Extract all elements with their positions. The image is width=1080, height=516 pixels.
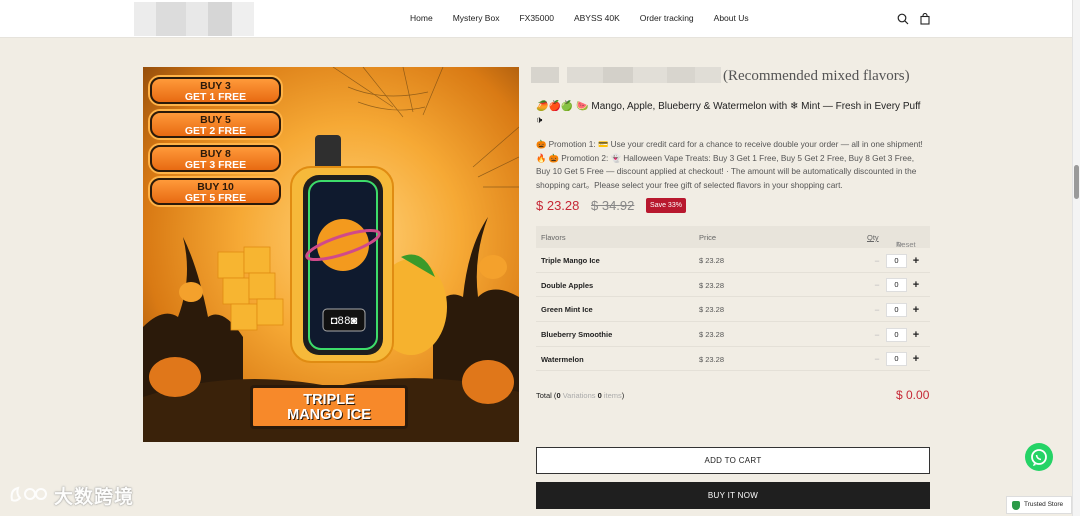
search-icon[interactable]: [897, 13, 909, 25]
product-image[interactable]: ◘88◙ BUY 3 GET 1 FREE BUY 5 GET 2 FREE B…: [143, 67, 519, 442]
quantity-stepper: − 0 +: [868, 327, 928, 342]
nav-abyss-40k[interactable]: ABYSS 40K: [574, 13, 620, 23]
scroll-thumb[interactable]: [1074, 165, 1079, 199]
quantity-stepper: − 0 +: [868, 302, 928, 317]
image-flavor-title: TRIPLE MANGO ICE: [250, 385, 408, 429]
buy-now-button[interactable]: BUY IT NOW: [536, 482, 930, 509]
order-total-summary: Total (0 Variations 0 items): [536, 391, 625, 400]
qty-minus-button[interactable]: −: [868, 303, 886, 317]
whatsapp-icon: [1031, 449, 1047, 466]
qty-input[interactable]: 0: [886, 327, 907, 342]
qty-input[interactable]: 0: [886, 278, 907, 293]
nav-about-us[interactable]: About Us: [714, 13, 749, 23]
col-qty: Qty: [867, 233, 879, 242]
watermark-logo-icon: [10, 486, 47, 502]
product-title-blurred: [531, 67, 721, 83]
main-nav: Home Mystery Box FX35000 ABYSS 40K Order…: [400, 13, 769, 23]
nav-order-tracking[interactable]: Order tracking: [640, 13, 694, 23]
page-scrollbar[interactable]: [1072, 0, 1080, 516]
quantity-stepper: − 0 +: [868, 253, 928, 268]
qty-plus-button[interactable]: +: [907, 303, 925, 317]
nav-home[interactable]: Home: [410, 13, 433, 23]
table-row: Triple Mango Ice $ 23.28 − 0 +: [536, 248, 930, 273]
qty-plus-button[interactable]: +: [907, 278, 925, 292]
offer-badge-buy10: BUY 10 GET 5 FREE: [150, 178, 281, 205]
qty-minus-button[interactable]: −: [868, 328, 886, 342]
quantity-stepper: − 0 +: [868, 278, 928, 293]
current-price: $ 23.28: [536, 198, 580, 213]
whatsapp-chat-button[interactable]: [1025, 443, 1053, 471]
qty-input[interactable]: 0: [886, 302, 907, 317]
site-header: Home Mystery Box FX35000 ABYSS 40K Order…: [0, 0, 1072, 38]
flavor-table: Flavors Price Qty ↻ Reset Triple Mango Ic…: [536, 226, 930, 372]
table-row: Double Apples $ 23.28 − 0 +: [536, 273, 930, 298]
promotion-text: 🎃 Promotion 1: 💳 Use your credit card fo…: [536, 139, 923, 190]
svg-text:◘88◙: ◘88◙: [331, 316, 358, 328]
table-row: Watermelon $ 23.28 − 0 +: [536, 347, 930, 372]
product-title: (Recommended mixed flavors): [723, 68, 910, 84]
quantity-stepper: − 0 +: [868, 352, 928, 367]
offer-badge-buy3: BUY 3 GET 1 FREE: [150, 77, 281, 104]
qty-input[interactable]: 0: [886, 352, 907, 367]
col-price: Price: [699, 233, 717, 242]
vape-emoji-icon: 🕩: [536, 115, 543, 126]
table-row: Blueberry Smoothie $ 23.28 − 0 +: [536, 322, 930, 347]
add-to-cart-button[interactable]: ADD TO CART: [536, 447, 930, 474]
nav-fx35000[interactable]: FX35000: [519, 13, 554, 23]
qty-minus-button[interactable]: −: [868, 278, 886, 292]
fruit-emoji-icons: 🥭🍎🍏 🍉: [536, 101, 589, 112]
qty-plus-button[interactable]: +: [907, 254, 925, 268]
trusted-store-badge[interactable]: Trusted Store: [1006, 496, 1072, 514]
qty-plus-button[interactable]: +: [907, 352, 925, 366]
product-tagline: 🥭🍎🍏 🍉 Mango, Apple, Blueberry & Watermel…: [536, 101, 921, 126]
offer-badge-buy5: BUY 5 GET 2 FREE: [150, 111, 281, 138]
watermark: 大数跨境: [8, 482, 134, 508]
qty-plus-button[interactable]: +: [907, 328, 925, 342]
col-flavors: Flavors: [541, 233, 566, 242]
save-badge: Save 33%: [646, 198, 686, 213]
table-header: Flavors Price Qty ↻ Reset: [536, 226, 930, 249]
nav-mystery-box[interactable]: Mystery Box: [453, 13, 500, 23]
cart-icon[interactable]: [919, 13, 931, 25]
site-logo[interactable]: [134, 2, 254, 36]
qty-minus-button[interactable]: −: [868, 254, 886, 268]
order-total-amount: $ 0.00: [896, 388, 930, 402]
qty-minus-button[interactable]: −: [868, 352, 886, 366]
table-row: Green Mint Ice $ 23.28 − 0 +: [536, 297, 930, 323]
original-price: $ 34.92: [591, 198, 635, 213]
qty-input[interactable]: 0: [886, 253, 907, 268]
shield-icon: [1012, 501, 1020, 510]
offer-badge-buy8: BUY 8 GET 3 FREE: [150, 145, 281, 172]
